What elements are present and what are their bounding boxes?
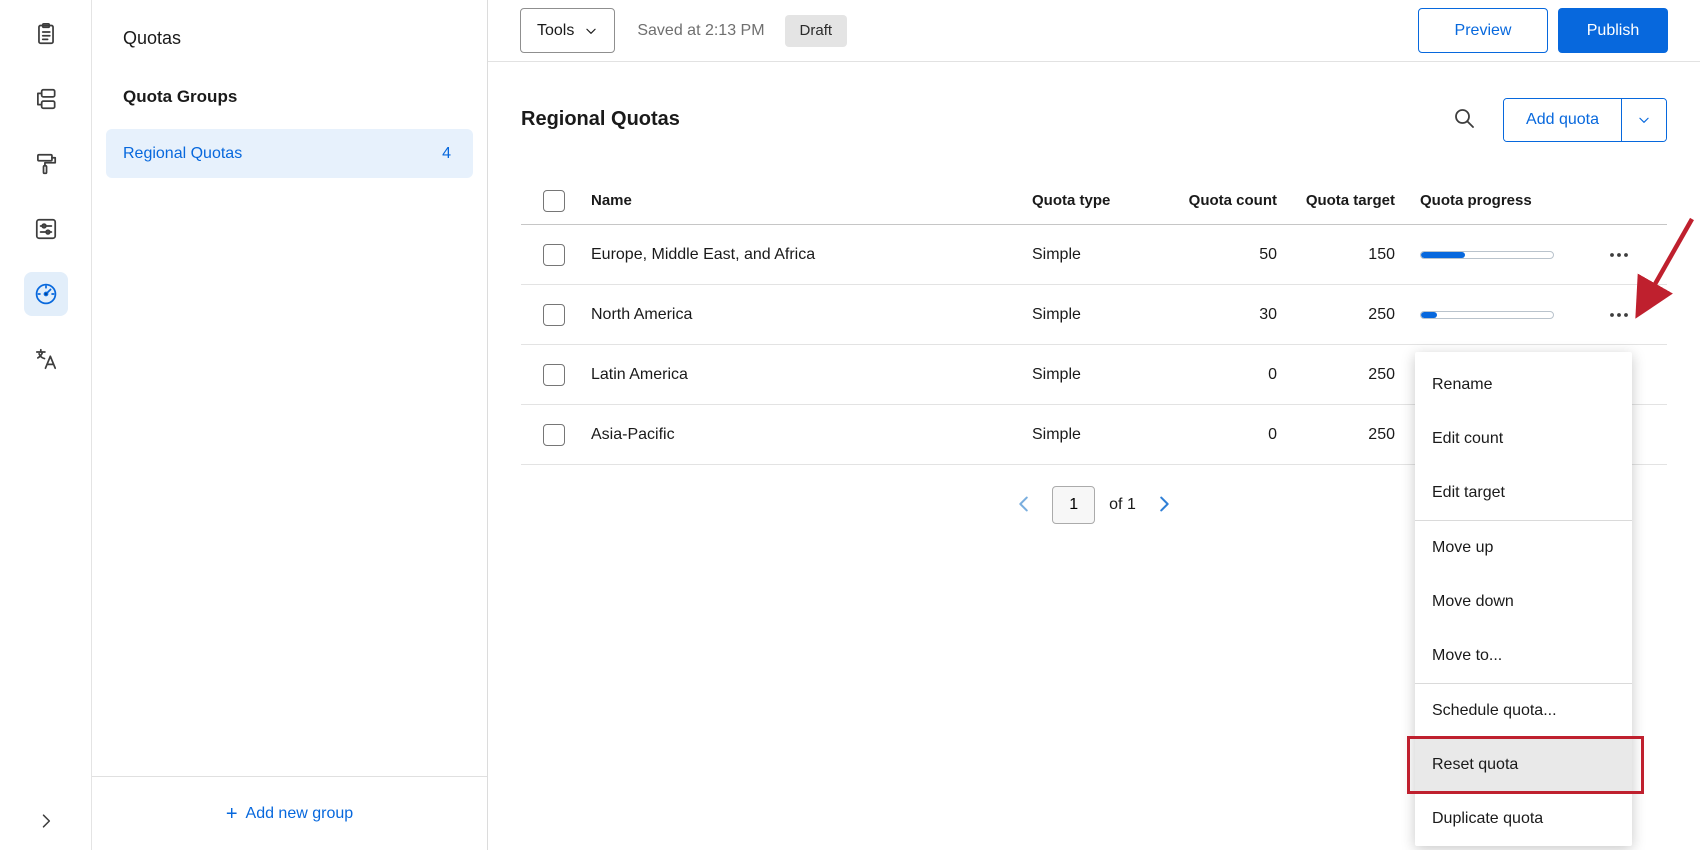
sliders-icon: [33, 216, 59, 242]
progress-fill: [1421, 251, 1465, 258]
rail-item-quotas[interactable]: [23, 272, 68, 316]
gauge-icon: [33, 281, 59, 307]
menu-item-schedule-quota[interactable]: Schedule quota...: [1415, 684, 1632, 738]
quota-groups-heading: Quota Groups: [123, 87, 238, 106]
rail-item-survey-options[interactable]: [24, 207, 68, 251]
progress-fill: [1421, 311, 1437, 318]
cell-name: North America: [591, 305, 693, 323]
group-label: Regional Quotas: [123, 144, 243, 162]
page-number-input[interactable]: [1052, 486, 1096, 524]
column-header-quota-progress: Quota progress: [1420, 192, 1532, 209]
next-page-button[interactable]: [1150, 491, 1178, 519]
tools-dropdown-button[interactable]: Tools: [520, 8, 616, 53]
group-count: 4: [442, 144, 451, 162]
translate-icon: [33, 346, 59, 372]
panel-footer: + Add new group: [92, 776, 487, 850]
paint-roller-icon: [33, 151, 59, 177]
column-header-quota-type: Quota type: [1032, 192, 1111, 209]
rail-item-look-and-feel[interactable]: [24, 142, 68, 186]
menu-item-move-down[interactable]: Move down: [1415, 575, 1632, 629]
cell-quota-target: 250: [1368, 425, 1395, 443]
tools-label: Tools: [537, 21, 575, 39]
expand-sidebar-chevron-icon[interactable]: [28, 808, 64, 836]
row-actions-button[interactable]: [1601, 303, 1637, 327]
column-header-name: Name: [591, 192, 632, 209]
cell-quota-target: 250: [1368, 365, 1395, 383]
panel-title: Quotas: [123, 28, 182, 48]
left-icon-rail: [0, 0, 92, 850]
cell-quota-progress: [1395, 250, 1570, 259]
cell-quota-type: Simple: [1032, 305, 1081, 323]
previous-page-button[interactable]: [1010, 491, 1038, 519]
blocks-icon: [33, 86, 59, 112]
table-header-row: Name Quota type Quota count Quota target…: [521, 177, 1667, 225]
cell-name: Asia-Pacific: [591, 425, 675, 443]
row-checkbox[interactable]: [543, 243, 565, 266]
column-header-quota-count: Quota count: [1188, 192, 1277, 209]
ellipsis-icon: [1609, 312, 1628, 317]
add-quota-split-button: Add quota: [1503, 97, 1667, 142]
menu-item-rename[interactable]: Rename: [1415, 358, 1632, 412]
table-row: North America Simple 30 250: [521, 285, 1667, 345]
row-checkbox[interactable]: [543, 423, 565, 446]
chevron-left-icon: [1019, 496, 1028, 511]
chevron-down-icon: [586, 28, 597, 34]
ellipsis-icon: [1609, 252, 1628, 257]
cell-name: Latin America: [591, 365, 688, 383]
select-all-checkbox[interactable]: [543, 189, 565, 212]
publish-button[interactable]: Publish: [1558, 8, 1668, 53]
menu-item-reset-quota[interactable]: Reset quota: [1407, 736, 1644, 794]
cell-quota-target: 250: [1368, 305, 1395, 323]
menu-item-move-up[interactable]: Move up: [1415, 521, 1632, 575]
row-actions-button[interactable]: [1601, 243, 1637, 267]
app-window: Quotas Quota Groups Regional Quotas 4 + …: [0, 0, 1700, 850]
search-button[interactable]: [1449, 105, 1479, 135]
row-actions-context-menu: Rename Edit count Edit target Move up Move d…: [1407, 352, 1644, 846]
cell-quota-count: 0: [1268, 365, 1277, 383]
preview-button[interactable]: Preview: [1418, 8, 1548, 53]
add-quota-button[interactable]: Add quota: [1504, 98, 1621, 141]
add-new-group-label: Add new group: [245, 804, 354, 822]
topbar: Tools Saved at 2:13 PM Draft Preview Pub…: [488, 0, 1700, 62]
cell-quota-count: 0: [1268, 425, 1277, 443]
add-new-group-button[interactable]: + Add new group: [226, 804, 353, 824]
clipboard-icon: [33, 21, 59, 47]
row-checkbox[interactable]: [543, 303, 565, 326]
column-header-quota-target: Quota target: [1305, 192, 1395, 209]
table-row: Europe, Middle East, and Africa Simple 50 1…: [521, 225, 1667, 285]
rail-item-survey-flow[interactable]: [24, 77, 68, 121]
menu-item-edit-count[interactable]: Edit count: [1415, 412, 1632, 466]
page-title: Regional Quotas: [521, 108, 680, 130]
cell-quota-type: Simple: [1032, 365, 1081, 383]
rail-item-translations[interactable]: [24, 337, 68, 381]
search-icon: [1455, 109, 1474, 128]
menu-item-edit-target[interactable]: Edit target: [1415, 466, 1632, 520]
add-quota-dropdown-button[interactable]: [1621, 98, 1666, 141]
plus-icon: +: [225, 802, 238, 825]
chevron-down-icon: [1639, 117, 1649, 123]
cell-quota-type: Simple: [1032, 245, 1081, 263]
row-checkbox[interactable]: [543, 363, 565, 386]
menu-item-move-to[interactable]: Move to...: [1415, 629, 1632, 683]
progress-track: [1420, 250, 1554, 259]
progress-track: [1420, 310, 1554, 319]
nav-group-regional-quotas[interactable]: Regional Quotas 4: [106, 129, 473, 178]
cell-quota-type: Simple: [1032, 425, 1081, 443]
chevron-right-icon: [1160, 496, 1169, 511]
saved-status-text: Saved at 2:13 PM: [637, 21, 765, 39]
draft-status-badge: Draft: [784, 14, 848, 47]
quotas-nav-panel: Quotas Quota Groups Regional Quotas 4 + …: [92, 0, 488, 850]
cell-quota-count: 50: [1259, 245, 1277, 263]
menu-item-duplicate-quota[interactable]: Duplicate quota: [1415, 792, 1632, 846]
cell-quota-target: 150: [1368, 245, 1395, 263]
page-of-label: of 1: [1109, 496, 1136, 513]
cell-quota-progress: [1395, 310, 1570, 319]
cell-name: Europe, Middle East, and Africa: [591, 245, 816, 263]
rail-item-survey-builder[interactable]: [24, 12, 68, 56]
cell-quota-count: 30: [1259, 305, 1277, 323]
annotation-highlight-box: [1407, 736, 1644, 794]
